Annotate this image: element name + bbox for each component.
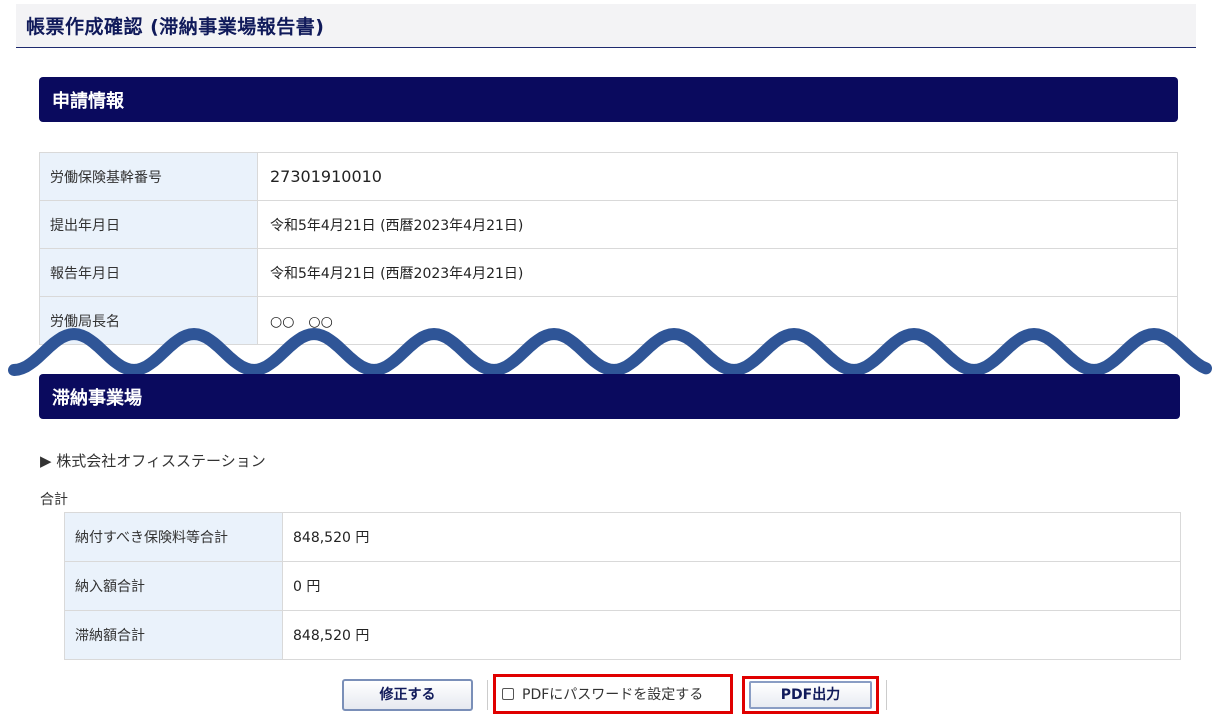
total-due: 848,520 円 — [282, 512, 1181, 562]
row-label: 提出年月日 — [39, 200, 258, 249]
table-row: 労働保険基幹番号 27301910010 — [39, 152, 1178, 201]
pdf-output-button[interactable]: PDF出力 — [749, 681, 872, 709]
pdf-password-label: PDFにパスワードを設定する — [522, 687, 704, 703]
total-delinquent: 848,520 円 — [282, 610, 1181, 660]
table-row: 納付すべき保険料等合計 848,520 円 — [64, 512, 1181, 562]
totals-table: 納付すべき保険料等合計 848,520 円 納入額合計 0 円 滞納額合計 84… — [64, 512, 1181, 660]
insurance-number: 27301910010 — [257, 152, 1178, 201]
table-row: 報告年月日 令和5年4月21日 (西暦2023年4月21日) — [39, 248, 1178, 297]
submission-date: 令和5年4月21日 (西暦2023年4月21日) — [257, 200, 1178, 249]
pdf-password-option[interactable]: PDFにパスワードを設定する — [493, 674, 733, 714]
company-name[interactable]: ▶ 株式会社オフィスステーション — [40, 450, 266, 471]
section-title: 滞納事業場 — [52, 388, 142, 409]
table-row: 納入額合計 0 円 — [64, 561, 1181, 611]
row-label: 滞納額合計 — [64, 610, 283, 660]
row-label: 労働保険基幹番号 — [39, 152, 258, 201]
divider — [487, 680, 488, 710]
report-date: 令和5年4月21日 (西暦2023年4月21日) — [257, 248, 1178, 297]
section-application-info: 申請情報 — [39, 77, 1178, 122]
total-paid: 0 円 — [282, 561, 1181, 611]
row-label: 納付すべき保険料等合計 — [64, 512, 283, 562]
row-label: 報告年月日 — [39, 248, 258, 297]
page-title: 帳票作成確認 (滞納事業場報告書) — [26, 16, 325, 38]
fix-button[interactable]: 修正する — [342, 679, 473, 711]
table-row: 提出年月日 令和5年4月21日 (西暦2023年4月21日) — [39, 200, 1178, 249]
table-row: 滞納額合計 848,520 円 — [64, 610, 1181, 660]
application-info-table: 労働保険基幹番号 27301910010 提出年月日 令和5年4月21日 (西暦… — [39, 152, 1178, 345]
total-label: 合計 — [40, 492, 68, 508]
section-title: 申請情報 — [52, 91, 124, 112]
pdf-password-checkbox[interactable] — [502, 688, 514, 700]
page-header: 帳票作成確認 (滞納事業場報告書) — [16, 4, 1196, 48]
pdf-output-highlight: PDF出力 — [742, 676, 879, 714]
divider — [886, 680, 887, 710]
row-label: 納入額合計 — [64, 561, 283, 611]
section-delinquent: 滞納事業場 — [39, 374, 1180, 419]
